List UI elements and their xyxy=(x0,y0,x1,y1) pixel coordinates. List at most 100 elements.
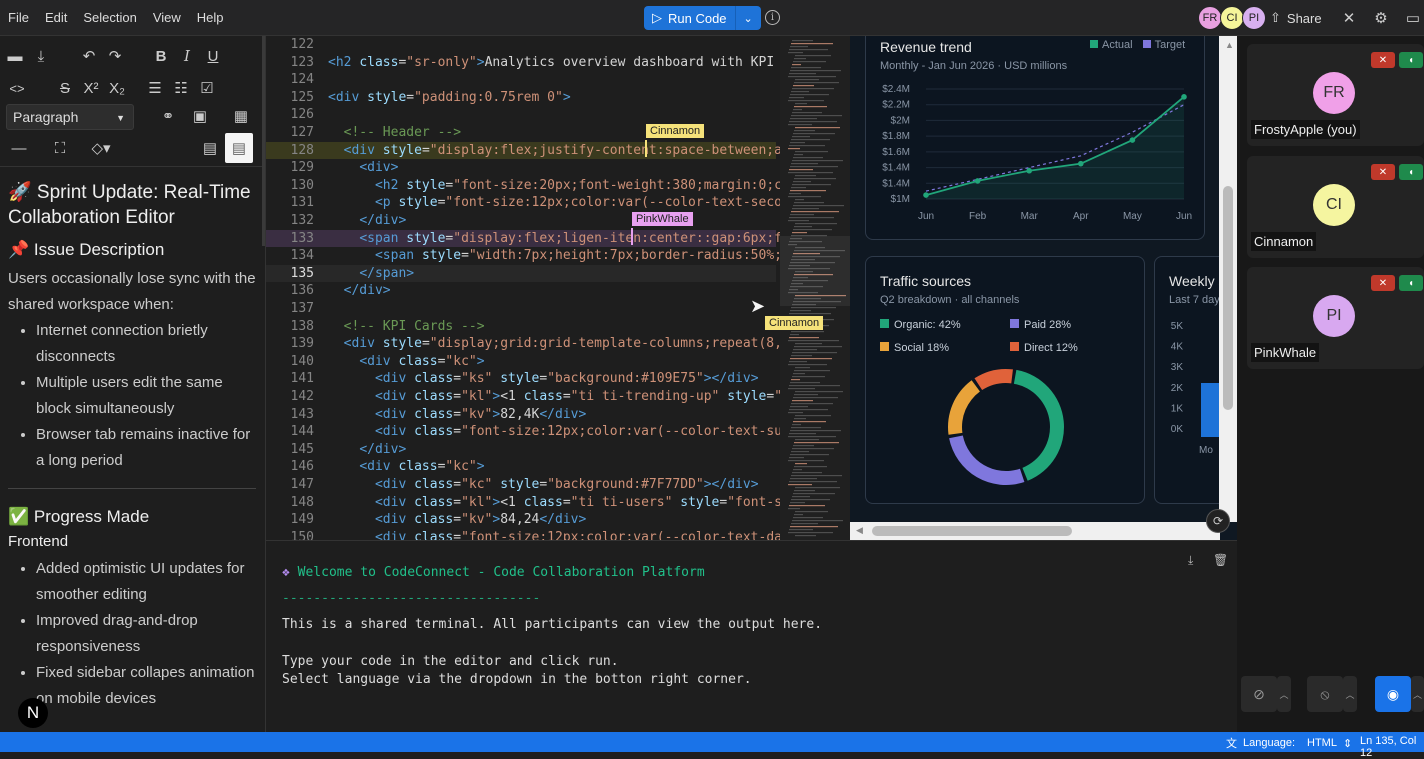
preview-view-icon[interactable]: ▤ xyxy=(225,133,253,163)
scroll-up-icon[interactable]: ▲ xyxy=(1225,40,1234,50)
scroll-thumb[interactable] xyxy=(872,526,1072,536)
strikethrough-icon[interactable]: S xyxy=(52,75,78,101)
italic-icon[interactable]: I xyxy=(174,43,200,69)
video-tile-pinkwhale[interactable]: ✕ ◖ PI PinkWhale xyxy=(1247,267,1424,369)
minimap-line xyxy=(793,61,826,63)
trash-icon[interactable]: 🗑 xyxy=(1213,553,1228,567)
scroll-left-icon[interactable]: ◀ xyxy=(856,525,863,536)
download-icon[interactable]: ⤓ xyxy=(28,43,54,69)
code-line[interactable]: 144 <div class="font-size:12px;color:var… xyxy=(266,423,790,441)
code-line[interactable]: 138 <!-- KPI Cards --> xyxy=(266,318,776,336)
preview-pane[interactable]: Revenue trend Monthly - Jan Jun 2026 · U… xyxy=(850,36,1237,540)
mic-toggle[interactable]: ⦸ xyxy=(1307,676,1343,712)
layout-icon[interactable]: ▭ xyxy=(1404,9,1422,27)
code-line[interactable]: 135 </span> xyxy=(266,264,776,283)
preview-horizontal-scrollbar[interactable]: ◀ xyxy=(850,522,1220,540)
subscript-icon[interactable]: X₂ xyxy=(104,75,130,101)
preview-vertical-scrollbar[interactable]: ▲ xyxy=(1219,36,1237,522)
code-line[interactable]: 139 <div style="display;grid:grid-templa… xyxy=(266,335,790,353)
code-line[interactable]: 150 <div class="font-size:12px;color:var… xyxy=(266,529,790,540)
undo-icon[interactable]: ↶ xyxy=(76,43,102,69)
menu-view[interactable]: View xyxy=(145,0,189,36)
camera-toggle[interactable]: ⊘ xyxy=(1241,676,1277,712)
paragraph-style-select[interactable]: Paragraph ▼ xyxy=(6,104,134,130)
camera-off-icon[interactable]: ✕ xyxy=(1371,52,1395,68)
code-line[interactable]: 136 </div> xyxy=(266,282,776,300)
code-line[interactable]: 132 </div> xyxy=(266,212,776,230)
folder-icon[interactable]: ▬ xyxy=(2,43,28,69)
video-tile-cinnamon[interactable]: ✕ ◖ CI Cinnamon xyxy=(1247,156,1424,258)
menu-selection[interactable]: Selection xyxy=(75,0,144,36)
code-line[interactable]: 134 <span style="width:7px;height:7px;bo… xyxy=(266,247,790,265)
diamond-tool-icon[interactable]: ◇▾ xyxy=(88,135,114,161)
code-line[interactable]: 149 <div class="kv">84,24</div> xyxy=(266,511,776,529)
code-line[interactable]: 140 <div class="kc"> xyxy=(266,353,776,371)
code-line[interactable]: 146 <div class="kc"> xyxy=(266,458,776,476)
code-line[interactable]: 147 <div class="kc" style="background:#7… xyxy=(266,476,776,494)
horizontal-rule-icon[interactable]: — xyxy=(6,135,32,161)
code-icon[interactable]: <> xyxy=(4,75,30,101)
camera-off-icon[interactable]: ✕ xyxy=(1371,275,1395,291)
document-content[interactable]: 🚀 Sprint Update: Real-Time Collaboration… xyxy=(8,180,256,712)
image-icon[interactable]: ▣ xyxy=(187,103,213,129)
code-line[interactable]: 130 <h2 style="font-size:20px;font-weigh… xyxy=(266,177,790,195)
code-line[interactable]: 122 xyxy=(266,36,776,54)
code-line[interactable]: 143 <div class="kv">82,4K</div> xyxy=(266,406,776,424)
code-line[interactable]: 141 <div class="ks" style="background:#1… xyxy=(266,370,776,388)
run-options-dropdown[interactable]: ⌄ xyxy=(734,6,761,30)
code-line[interactable]: 131 <p style="font-size:12px;color:var(-… xyxy=(266,194,790,212)
avatar[interactable]: FR xyxy=(1198,6,1222,30)
mic-on-icon[interactable]: ◖ xyxy=(1399,52,1423,68)
scroll-thumb[interactable] xyxy=(1223,186,1233,410)
avatar[interactable]: CI xyxy=(1220,6,1244,30)
code-line[interactable]: 129 <div> xyxy=(266,159,776,177)
camera-off-icon[interactable]: ✕ xyxy=(1371,164,1395,180)
code-line[interactable]: 123 <h2 class="sr-only">Analytics overvie… xyxy=(266,54,790,72)
code-line[interactable]: 142 <div class="kl"><1 class="ti ti-tren… xyxy=(266,388,790,406)
terminal-welcome-text: Welcome to CodeConnect - Code Collaborat… xyxy=(297,565,705,580)
code-line[interactable]: 128 <div style="display:flex;justify-con… xyxy=(266,141,790,160)
code-editor[interactable]: 122 123 <h2 class="sr-only">Analytics over… xyxy=(266,36,850,540)
underline-icon[interactable]: U xyxy=(200,43,226,69)
bold-icon[interactable]: B xyxy=(148,43,174,69)
menu-edit[interactable]: Edit xyxy=(37,0,75,36)
code-line[interactable]: 133 <span style="display:flex;ligen-iten… xyxy=(266,229,790,248)
video-tile-frostyapple[interactable]: ✕ ◖ FR FrostyApple (you) xyxy=(1247,44,1424,146)
minimap-line xyxy=(793,85,814,87)
bullet-list-icon[interactable]: ☰ xyxy=(142,75,168,101)
speaker-toggle[interactable]: ◉ xyxy=(1375,676,1411,712)
code-line[interactable]: 145 </div> xyxy=(266,441,776,459)
table-icon[interactable]: ▦ xyxy=(228,103,254,129)
share-button[interactable]: ⇧ Share xyxy=(1270,0,1322,36)
gear-icon[interactable]: ⚙ xyxy=(1372,9,1390,27)
pin-off-icon[interactable]: ✕ xyxy=(1340,9,1358,27)
language-selector[interactable]: 文 Language: HTML ⇕ xyxy=(1226,735,1352,751)
checklist-icon[interactable]: ☑ xyxy=(194,75,220,101)
menu-file[interactable]: File xyxy=(0,0,37,36)
mic-on-icon[interactable]: ◖ xyxy=(1399,275,1423,291)
mic-on-icon[interactable]: ◖ xyxy=(1399,164,1423,180)
info-icon[interactable]: i xyxy=(765,10,780,25)
code-line[interactable]: 124 xyxy=(266,71,776,89)
menu-help[interactable]: Help xyxy=(189,0,232,36)
code-line[interactable]: 137 xyxy=(266,300,776,318)
code-line[interactable]: 148 <div class="kl"><1 class="ti ti-user… xyxy=(266,494,790,512)
avatar[interactable]: PI xyxy=(1242,6,1266,30)
n-badge[interactable]: N xyxy=(18,698,48,728)
superscript-icon[interactable]: X² xyxy=(78,75,104,101)
code-line[interactable]: 125 <div style="padding:0.75rem 0"> xyxy=(266,89,776,107)
mic-options[interactable]: ︿ xyxy=(1343,676,1357,712)
source-view-icon[interactable]: ▤ xyxy=(197,135,223,161)
code-line[interactable]: 126 xyxy=(266,106,776,124)
refresh-icon[interactable]: ⟳ xyxy=(1206,509,1230,533)
download-icon[interactable]: ⤓ xyxy=(1188,553,1193,568)
minimap[interactable] xyxy=(780,36,850,540)
numbered-list-icon[interactable]: ☷ xyxy=(168,75,194,101)
fullscreen-icon[interactable]: ⛶ xyxy=(47,135,73,161)
camera-options[interactable]: ︿ xyxy=(1277,676,1291,712)
run-code-button[interactable]: ▷ Run Code xyxy=(644,6,735,30)
link-icon[interactable]: ⚭ xyxy=(155,103,181,129)
terminal-panel[interactable]: ⤓ 🗑 ❖ Welcome to CodeConnect - Code Coll… xyxy=(266,540,1237,732)
speaker-options[interactable]: ︿ xyxy=(1411,676,1424,712)
redo-icon[interactable]: ↷ xyxy=(102,43,128,69)
